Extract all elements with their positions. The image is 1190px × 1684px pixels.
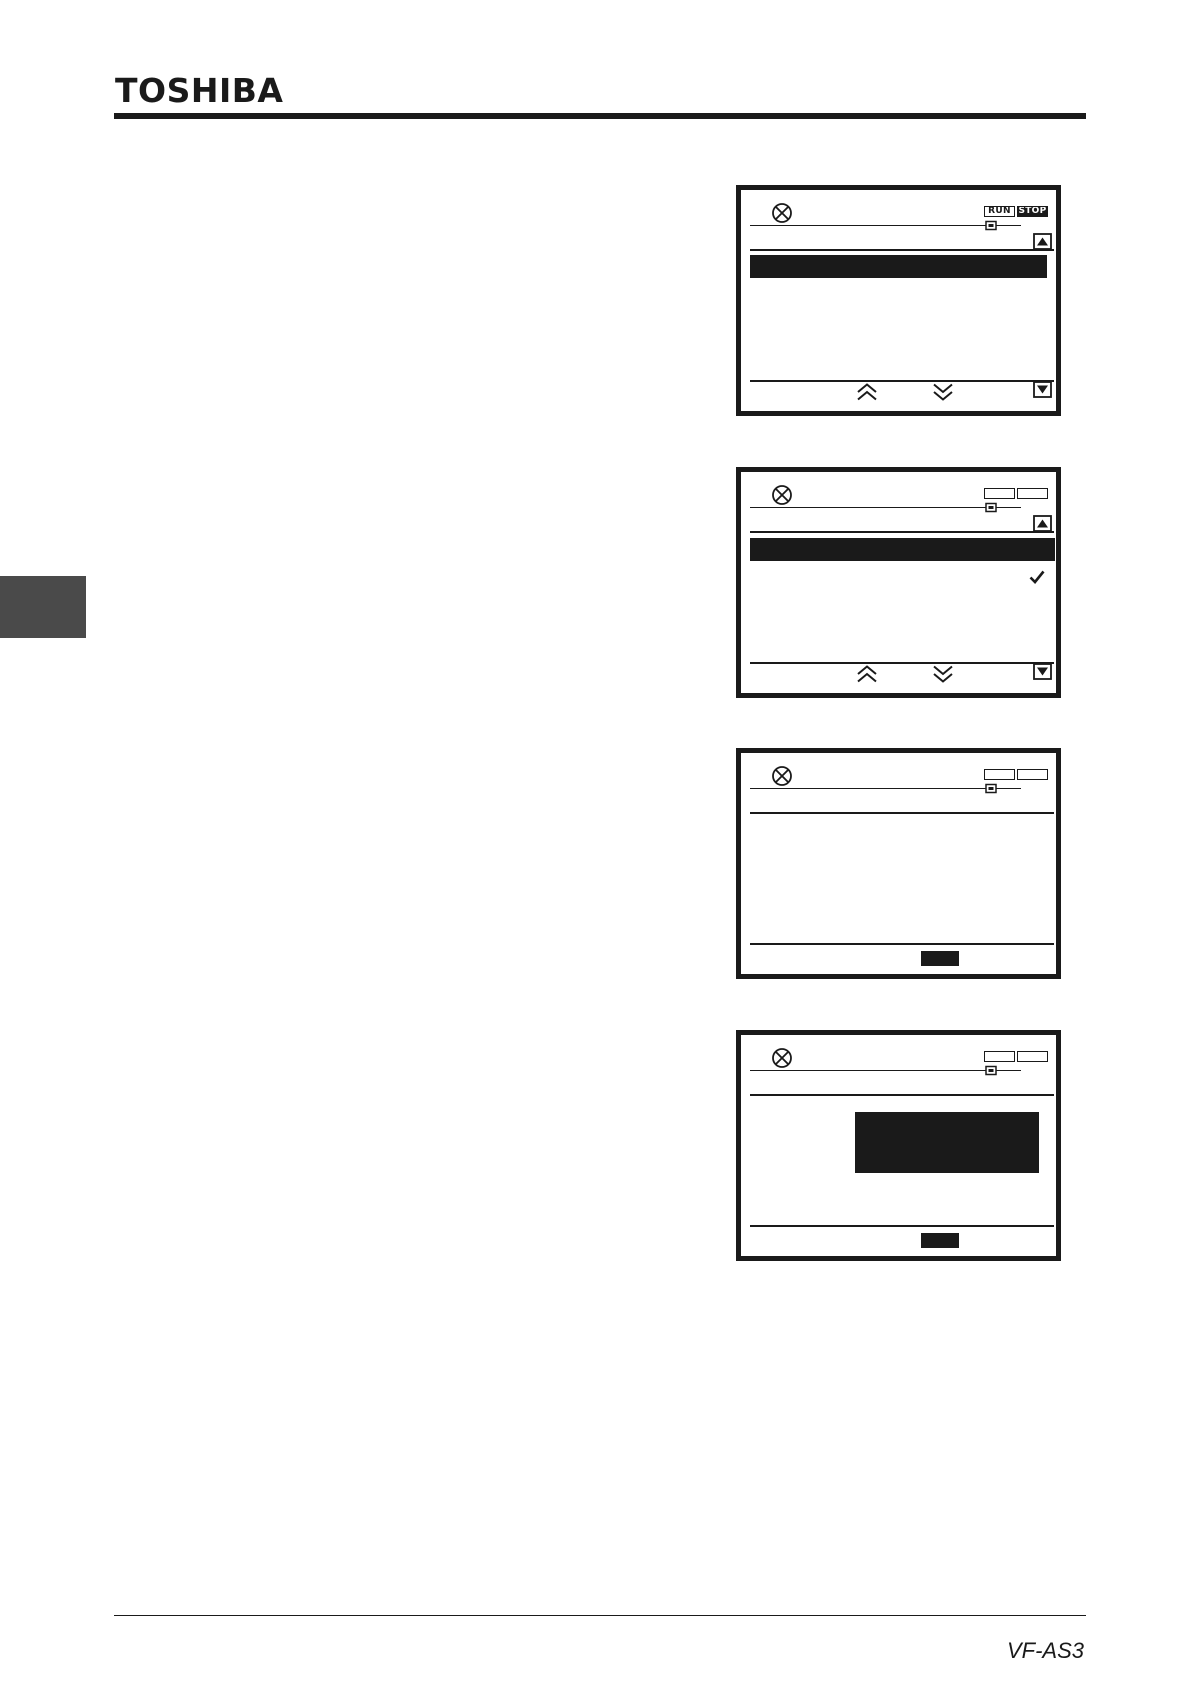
stop-indicator: STOP bbox=[1017, 206, 1048, 217]
footer-divider bbox=[750, 943, 1054, 945]
run-stop-indicator bbox=[984, 769, 1048, 780]
triangle-down-icon[interactable] bbox=[1033, 381, 1052, 398]
keypad-screen-2 bbox=[736, 467, 1061, 698]
run-indicator bbox=[984, 1051, 1015, 1062]
triangle-down-icon[interactable] bbox=[1033, 663, 1052, 680]
status-line bbox=[750, 1070, 1020, 1071]
run-stop-indicator: RUN STOP bbox=[984, 206, 1048, 217]
header-divider bbox=[750, 812, 1054, 814]
dialog-box bbox=[855, 1112, 1039, 1173]
stop-indicator bbox=[1017, 488, 1048, 499]
brand-logo: TOSHIBA bbox=[115, 71, 284, 110]
triangle-up-icon[interactable] bbox=[1033, 515, 1052, 532]
selected-row[interactable] bbox=[750, 255, 1047, 278]
footer-divider bbox=[750, 1225, 1054, 1227]
run-indicator bbox=[984, 488, 1015, 499]
cross-circle-icon bbox=[772, 766, 792, 786]
keypad-screen-3 bbox=[736, 748, 1061, 979]
cross-circle-icon bbox=[772, 1048, 792, 1068]
chapter-tab bbox=[0, 576, 86, 638]
selected-row[interactable] bbox=[750, 538, 1055, 561]
stop-indicator bbox=[1017, 769, 1048, 780]
model-name: VF-AS3 bbox=[1006, 1638, 1084, 1663]
connector-icon bbox=[985, 783, 1021, 794]
footer-rule bbox=[114, 1615, 1086, 1616]
run-stop-indicator bbox=[984, 488, 1048, 499]
confirm-button[interactable] bbox=[921, 1233, 959, 1248]
keypad-screen-4 bbox=[736, 1030, 1061, 1261]
connector-icon bbox=[985, 502, 1021, 513]
header-rule bbox=[114, 113, 1086, 119]
stop-indicator bbox=[1017, 1051, 1048, 1062]
header-divider bbox=[750, 531, 1054, 533]
footer-divider bbox=[750, 380, 1054, 382]
double-chevron-up-icon[interactable] bbox=[856, 665, 878, 683]
triangle-up-icon[interactable] bbox=[1033, 233, 1052, 250]
cross-circle-icon bbox=[772, 203, 792, 223]
connector-icon bbox=[985, 1065, 1021, 1076]
cross-circle-icon bbox=[772, 485, 792, 505]
run-stop-indicator bbox=[984, 1051, 1048, 1062]
keypad-screen-1: RUN STOP bbox=[736, 185, 1061, 416]
header-divider bbox=[750, 249, 1054, 251]
connector-icon bbox=[985, 220, 1021, 231]
footer-divider bbox=[750, 662, 1054, 664]
run-indicator bbox=[984, 769, 1015, 780]
run-indicator: RUN bbox=[984, 206, 1015, 217]
confirm-button[interactable] bbox=[921, 951, 959, 966]
status-line bbox=[750, 507, 1020, 508]
status-line bbox=[750, 788, 1020, 789]
status-line bbox=[750, 225, 1020, 226]
double-chevron-down-icon[interactable] bbox=[932, 383, 954, 401]
header-divider bbox=[750, 1094, 1054, 1096]
double-chevron-down-icon[interactable] bbox=[932, 665, 954, 683]
check-icon bbox=[1029, 570, 1045, 584]
double-chevron-up-icon[interactable] bbox=[856, 383, 878, 401]
